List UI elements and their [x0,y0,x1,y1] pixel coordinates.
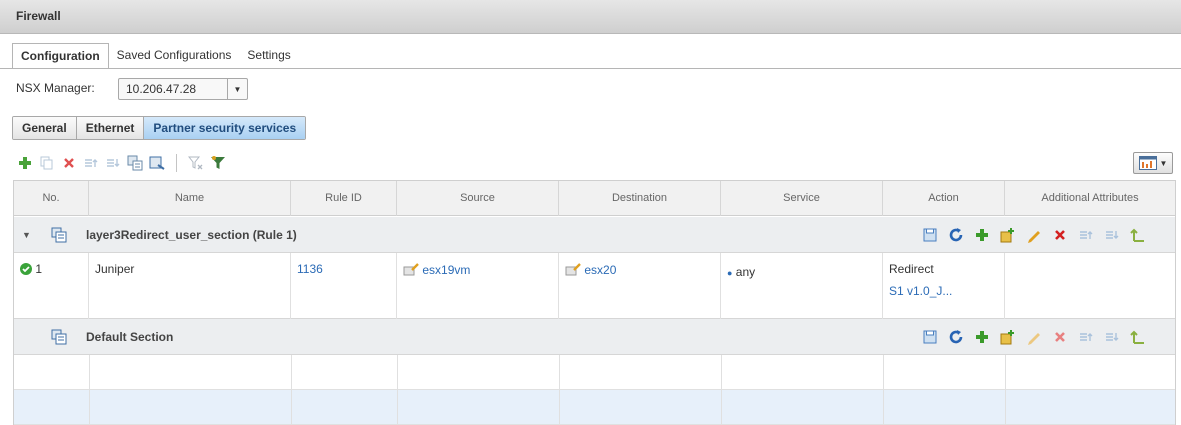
save-section-icon[interactable] [921,328,939,346]
column-divider [721,355,722,425]
column-divider [397,355,398,425]
move-top-icon[interactable] [1129,328,1147,346]
add-section-icon[interactable] [999,226,1017,244]
edit-pencil-icon[interactable] [1025,226,1043,244]
delete-section-icon[interactable] [1051,226,1069,244]
section-row[interactable]: Default Section [14,319,1175,355]
rule-name-cell[interactable]: Juniper [89,253,291,319]
title-bar: Firewall [0,0,1181,34]
column-divider [1005,355,1006,425]
tab-saved-configurations[interactable]: Saved Configurations [109,43,240,69]
copy-section-icon[interactable] [126,154,144,172]
rule-name: Juniper [95,262,135,276]
nsx-manager-label: NSX Manager: [16,81,95,95]
add-section-icon[interactable] [148,154,166,172]
column-divider [291,355,292,425]
empty-row [14,355,1175,390]
rule-number: 1 [35,262,43,276]
add-rule-icon[interactable] [973,328,991,346]
move-up-icon[interactable] [1077,226,1095,244]
section-icon [51,227,67,246]
source-link[interactable]: esx19vm [422,263,470,277]
nsx-manager-select[interactable]: 10.206.47.28 ▼ [118,78,248,100]
move-down-icon[interactable] [1103,226,1121,244]
rule-action-cell[interactable]: Redirect S1 v1.0_J... [883,253,1005,319]
column-divider [559,355,560,425]
column-header-additional-attributes[interactable]: Additional Attributes [1005,181,1175,216]
column-chart-icon [1138,156,1157,170]
service-value: any [735,265,756,279]
column-header-action[interactable]: Action [883,181,1005,216]
destination-link[interactable]: esx20 [584,263,616,277]
chevron-down-icon: ▼ [1159,158,1168,168]
nsx-manager-value: 10.206.47.28 [126,82,197,96]
grid-header: No. Name Rule ID Source Destination Serv… [14,181,1175,216]
column-header-destination[interactable]: Destination [559,181,721,216]
toolbar-separator [176,154,177,172]
rule-source-cell[interactable]: esx19vm [397,253,559,319]
collapse-caret-icon[interactable]: ▼ [22,230,31,240]
delete-section-icon[interactable] [1051,328,1069,346]
chevron-down-icon[interactable]: ▼ [227,79,247,99]
section-icon [51,329,67,348]
filter-icon[interactable] [209,154,227,172]
refresh-icon[interactable] [947,226,965,244]
vm-icon [403,262,419,279]
save-section-icon[interactable] [921,226,939,244]
column-header-service[interactable]: Service [721,181,883,216]
column-header-name[interactable]: Name [89,181,291,216]
move-down-icon[interactable] [1103,328,1121,346]
rules-toolbar [16,152,227,174]
tabs-divider [0,68,1181,69]
rule-id-link[interactable]: 1136 [297,262,323,276]
enabled-check-icon[interactable] [20,263,32,278]
move-top-icon[interactable] [1129,226,1147,244]
rule-additional-attributes-cell[interactable] [1005,253,1175,319]
clear-filter-icon[interactable] [187,154,205,172]
subtab-partner-security-services[interactable]: Partner security services [144,117,306,139]
redirect-profile-link[interactable]: S1 v1.0_J... [889,280,998,302]
column-chooser-button[interactable]: ▼ [1133,152,1173,174]
move-up-icon[interactable] [1077,328,1095,346]
rule-destination-cell[interactable]: esx20 [559,253,721,319]
subtab-general[interactable]: General [13,117,77,139]
column-header-rule-id[interactable]: Rule ID [291,181,397,216]
column-header-no[interactable]: No. [14,181,89,216]
action-value: Redirect [889,262,934,276]
add-rule-icon[interactable] [973,226,991,244]
vm-icon [565,262,581,279]
empty-row [14,390,1175,425]
tab-settings[interactable]: Settings [239,43,298,69]
section-name: Default Section [86,330,174,344]
any-bullet-icon: ● [727,268,733,278]
main-tabs: Configuration Saved Configurations Setti… [12,43,299,69]
rule-id-cell[interactable]: 1136 [291,253,397,319]
move-up-icon[interactable] [82,154,100,172]
rule-number-cell: 1 [14,253,89,319]
refresh-icon[interactable] [947,328,965,346]
section-name: layer3Redirect_user_section (Rule 1) [86,228,297,242]
edit-pencil-icon[interactable] [1025,328,1043,346]
delete-rule-icon[interactable] [60,154,78,172]
section-row[interactable]: ▼ layer3Redirect_user_section (Rule 1) [14,217,1175,253]
window-title: Firewall [16,9,61,23]
subtab-ethernet[interactable]: Ethernet [76,117,145,139]
tab-configuration[interactable]: Configuration [12,43,109,69]
column-header-source[interactable]: Source [397,181,559,216]
copy-rule-icon[interactable] [38,154,56,172]
add-rule-icon[interactable] [16,154,34,172]
rule-type-tabs: General Ethernet Partner security servic… [12,116,307,140]
move-down-icon[interactable] [104,154,122,172]
firewall-rules-grid: No. Name Rule ID Source Destination Serv… [13,180,1176,425]
section-actions [921,226,1147,244]
column-divider [883,355,884,425]
column-divider [89,355,90,425]
table-row[interactable]: 1 Juniper 1136 esx19vm esx20 ● any Redir… [14,253,1175,319]
add-section-icon[interactable] [999,328,1017,346]
section-actions [921,328,1147,346]
rule-service-cell[interactable]: ● any [721,253,883,319]
